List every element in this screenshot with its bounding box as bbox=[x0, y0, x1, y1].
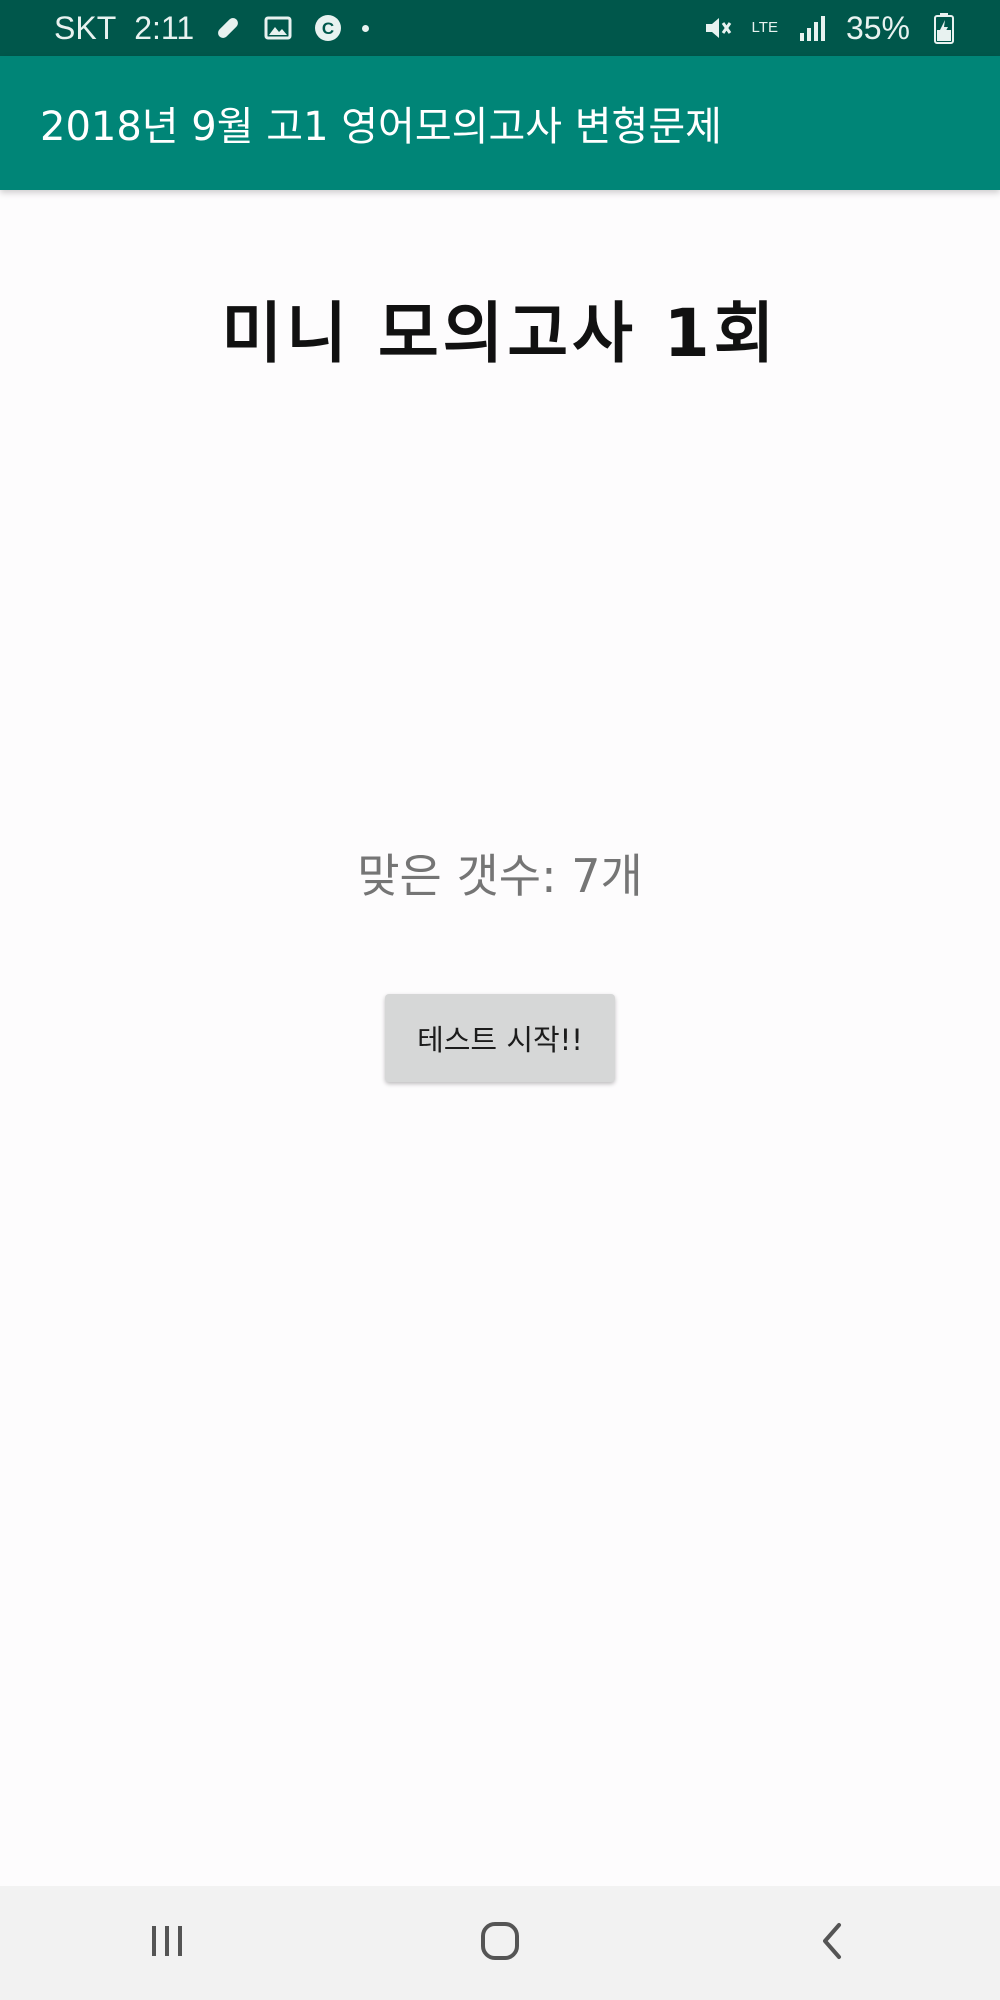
signal-icon bbox=[796, 12, 828, 44]
score-text: 맞은 갯수: 7개 bbox=[357, 849, 643, 903]
image-icon bbox=[262, 12, 294, 44]
home-button[interactable] bbox=[440, 1903, 560, 1983]
home-icon bbox=[478, 1919, 522, 1967]
back-button[interactable] bbox=[773, 1903, 893, 1983]
status-right: LTE 35% bbox=[702, 10, 960, 47]
app-bar: 2018년 9월 고1 영어모의고사 변형문제 bbox=[0, 56, 1000, 190]
recent-apps-icon bbox=[147, 1921, 187, 1965]
c-badge-icon: C bbox=[312, 12, 344, 44]
battery-charging-icon bbox=[928, 12, 960, 44]
start-test-button[interactable]: 테스트 시작!! bbox=[385, 994, 615, 1082]
lte-icon: LTE bbox=[751, 19, 778, 36]
clock: 2:11 bbox=[134, 9, 195, 46]
app-title: 2018년 9월 고1 영어모의고사 변형문제 bbox=[40, 104, 722, 150]
carrier-label: SKT bbox=[54, 9, 117, 46]
recent-apps-button[interactable] bbox=[107, 1903, 227, 1983]
status-bar: SKT 2:11 C LTE 35% bbox=[0, 0, 1000, 56]
mute-icon bbox=[702, 12, 734, 44]
dot-icon bbox=[362, 24, 370, 32]
status-left: SKT 2:11 C bbox=[54, 9, 370, 47]
svg-text:C: C bbox=[322, 19, 334, 38]
bandage-icon bbox=[212, 12, 244, 44]
navigation-bar bbox=[0, 1886, 1000, 2000]
battery-percent: 35% bbox=[845, 9, 910, 46]
main-content: 미니 모의고사 1회 맞은 갯수: 7개 테스트 시작!! bbox=[0, 190, 1000, 1886]
page-title: 미니 모의고사 1회 bbox=[221, 295, 779, 372]
back-icon bbox=[813, 1921, 853, 1965]
